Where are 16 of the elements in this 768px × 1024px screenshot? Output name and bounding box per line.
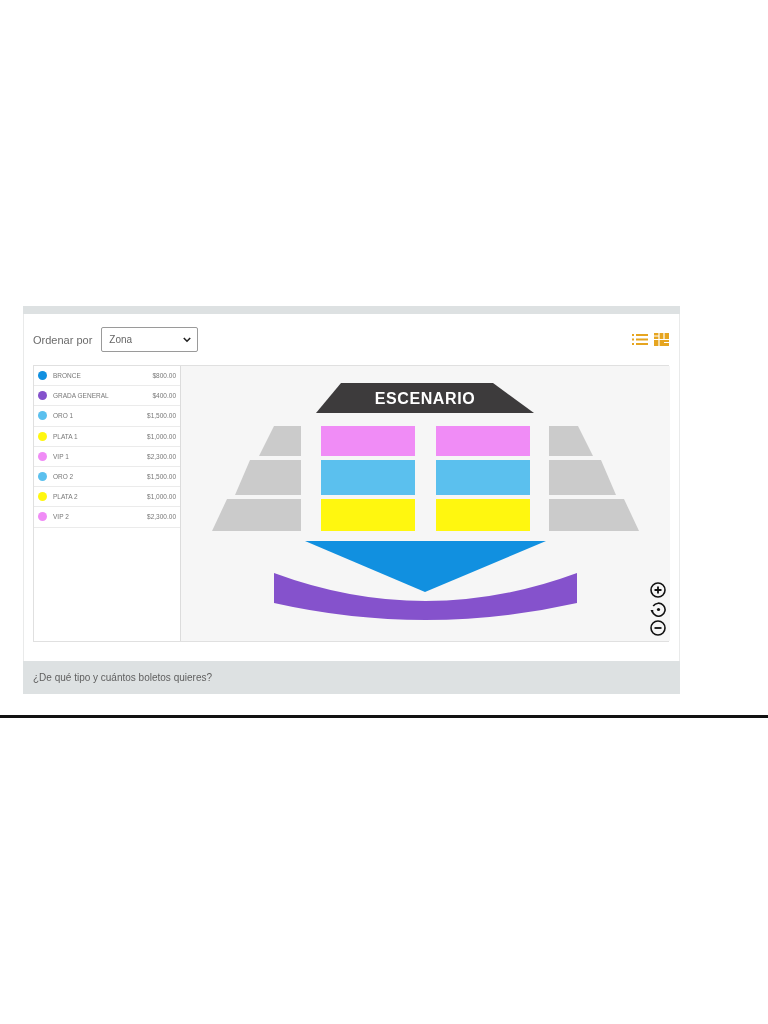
curved-section[interactable] [274, 573, 577, 620]
reset-icon[interactable] [650, 601, 666, 617]
side-section [549, 460, 616, 495]
sort-label: Ordenar por [33, 333, 93, 346]
list-view-icon[interactable] [632, 334, 648, 345]
chevron-icon [183, 336, 192, 343]
map-view-icon[interactable] [654, 333, 669, 346]
side-section [259, 426, 301, 456]
triangle-section[interactable] [305, 541, 546, 592]
ticket-question: ¿De qué tipo y cuántos boletos quieres? [33, 672, 212, 683]
side-section [549, 426, 593, 456]
zoom-out-icon[interactable] [650, 620, 666, 636]
side-section [235, 460, 301, 495]
zoom-in-icon[interactable] [650, 582, 666, 598]
stage-label: ESCENARIO [374, 389, 476, 407]
sort-dropdown[interactable]: Zona [101, 327, 199, 352]
